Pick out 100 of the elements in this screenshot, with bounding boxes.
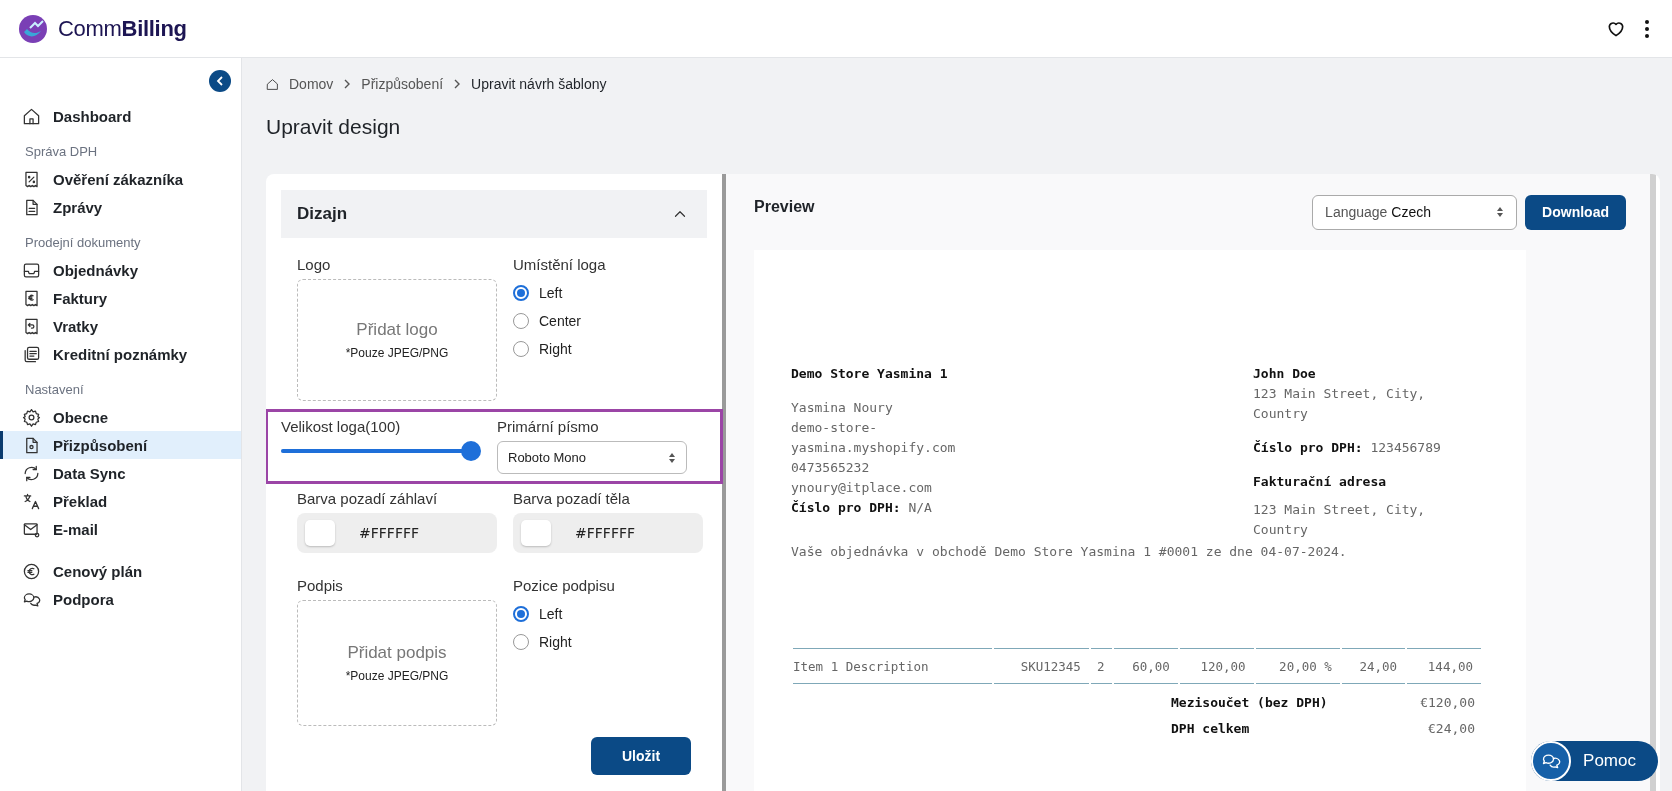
field-label: Velikost loga(100) bbox=[281, 418, 402, 435]
field-label: Logo bbox=[297, 256, 332, 273]
upload-title: Přidat logo bbox=[356, 320, 438, 340]
store-name: Demo Store Yasmina 1 bbox=[791, 365, 949, 383]
home-icon bbox=[22, 106, 41, 126]
field-label: Barva pozadí záhlaví bbox=[297, 490, 439, 507]
customer-name: John Doe bbox=[1253, 365, 1317, 383]
radio-option[interactable]: Right bbox=[513, 335, 572, 363]
font-select[interactable]: Roboto Mono bbox=[497, 441, 687, 474]
color-swatch bbox=[305, 520, 335, 546]
euro-receipt-icon bbox=[22, 288, 41, 308]
chevron-left-icon bbox=[216, 76, 224, 86]
logo-upload-area[interactable]: Přidat logo *Pouze JPEG/PNG bbox=[297, 279, 497, 401]
radio-option[interactable]: Left bbox=[513, 600, 563, 628]
table-cell: SKU12345 bbox=[994, 651, 1089, 684]
upload-title: Přidat podpis bbox=[347, 643, 447, 663]
store-detail: demo-store- bbox=[791, 419, 879, 437]
radio-option[interactable]: Right bbox=[513, 628, 572, 656]
table-cell: 144,00 bbox=[1407, 651, 1481, 684]
translate-icon bbox=[22, 491, 41, 511]
chevron-right-icon bbox=[343, 79, 352, 89]
store-detail: Yasmina Noury bbox=[791, 399, 894, 417]
slider-thumb[interactable] bbox=[461, 441, 481, 461]
euro-coin-icon bbox=[22, 561, 41, 581]
upload-hint: *Pouze JPEG/PNG bbox=[345, 669, 449, 683]
table-cell: 20,00 % bbox=[1255, 651, 1340, 684]
table-cell: Item 1 Description bbox=[793, 651, 993, 684]
table-cell: 60,00 bbox=[1114, 651, 1178, 684]
sidebar-item[interactable]: Data Sync bbox=[0, 459, 241, 487]
breadcrumb-link[interactable]: Upravit návrh šablony bbox=[471, 76, 607, 92]
vat-line: Číslo pro DPH: 123456789 bbox=[1253, 439, 1442, 457]
sidebar-item[interactable]: Faktury bbox=[0, 284, 241, 312]
notes-stack-icon bbox=[22, 344, 41, 364]
field-label: Primární písmo bbox=[497, 418, 600, 435]
radio-option[interactable]: Center bbox=[513, 307, 582, 335]
table-cell: 120,00 bbox=[1179, 651, 1254, 684]
sidebar-heading: Správa DPH bbox=[24, 144, 99, 161]
customer-address: 123 Main Street, City, bbox=[1253, 385, 1427, 403]
store-detail: yasmina.myshopify.com bbox=[791, 439, 957, 457]
total-value: €24,00 bbox=[1428, 720, 1475, 738]
color-value: #FFFFFF bbox=[359, 525, 420, 541]
color-field[interactable]: #FFFFFF bbox=[513, 513, 703, 553]
billing-address: Country bbox=[1253, 521, 1309, 539]
billing-heading: Fakturační adresa bbox=[1253, 473, 1388, 491]
percent-receipt-icon bbox=[22, 169, 41, 189]
color-value: #FFFFFF bbox=[575, 525, 636, 541]
sidebar-item[interactable]: E-mail bbox=[0, 515, 241, 543]
color-field[interactable]: #FFFFFF bbox=[297, 513, 497, 553]
sidebar-item[interactable]: Zprávy bbox=[0, 193, 241, 221]
signature-upload-area[interactable]: Přidat podpis *Pouze JPEG/PNG bbox=[297, 600, 497, 726]
section-header[interactable]: Dizajn bbox=[281, 190, 707, 238]
customer-address: Country bbox=[1253, 405, 1309, 423]
sidebar-item[interactable]: Kreditní poznámky bbox=[0, 340, 241, 368]
table-cell: 2 bbox=[1090, 651, 1113, 684]
vat-line: Číslo pro DPH: N/A bbox=[791, 499, 933, 517]
chevron-right-icon bbox=[453, 79, 462, 89]
home-icon bbox=[266, 77, 279, 91]
field-label: Barva pozadí těla bbox=[513, 490, 631, 507]
upload-hint: *Pouze JPEG/PNG bbox=[345, 346, 449, 360]
return-receipt-icon bbox=[22, 316, 41, 336]
page-title: Upravit design bbox=[266, 114, 402, 140]
breadcrumb-link[interactable]: Domov bbox=[289, 76, 334, 92]
more-icon bbox=[1644, 18, 1650, 39]
sort-arrows-icon bbox=[1496, 206, 1505, 218]
brand-name: CommBilling bbox=[58, 15, 187, 42]
store-detail: 0473565232 bbox=[791, 459, 871, 477]
field-label: Umístění loga bbox=[513, 256, 607, 273]
sidebar-item[interactable]: Vratky bbox=[0, 312, 241, 340]
sidebar-item[interactable]: Ověření zákazníka bbox=[0, 165, 241, 193]
field-label: Podpis bbox=[297, 577, 344, 594]
color-swatch bbox=[521, 520, 551, 546]
breadcrumb-link[interactable]: Přizpůsobení bbox=[361, 76, 444, 92]
field-label: Pozice podpisu bbox=[513, 577, 616, 594]
language-select[interactable]: Language Czech bbox=[1312, 194, 1518, 230]
sync-icon bbox=[22, 463, 41, 483]
sidebar-heading: Prodejní dokumenty bbox=[24, 235, 142, 252]
sort-arrows-icon bbox=[668, 451, 676, 464]
order-note: Vaše objednávka v obchodě Demo Store Yasmina 1 #0001 ze dne 04-07-2024. bbox=[791, 543, 1348, 561]
billing-address: 123 Main Street, City, bbox=[1253, 501, 1427, 519]
total-label: DPH celkem bbox=[1171, 720, 1251, 738]
radio-option[interactable]: Left bbox=[513, 279, 563, 307]
sidebar-item[interactable]: Dashboard bbox=[0, 102, 241, 130]
sidebar-item[interactable]: Cenový plán bbox=[0, 557, 241, 585]
save-button[interactable]: Uložit bbox=[591, 737, 691, 775]
sidebar-item[interactable]: Přizpůsobení bbox=[0, 431, 241, 459]
sidebar-item[interactable]: Překlad bbox=[0, 487, 241, 515]
logo-icon bbox=[18, 13, 48, 44]
logo-size-slider[interactable] bbox=[281, 441, 481, 461]
table-cell: 24,00 bbox=[1341, 651, 1406, 684]
sidebar-heading: Nastavení bbox=[24, 382, 85, 399]
preview-title: Preview bbox=[754, 198, 816, 216]
store-detail: ynoury@itplace.com bbox=[791, 479, 933, 497]
collapse-button[interactable] bbox=[209, 70, 231, 92]
sidebar-item[interactable]: Objednávky bbox=[0, 256, 241, 284]
sidebar-item[interactable]: Obecne bbox=[0, 403, 241, 431]
help-button[interactable]: Pomoc bbox=[1531, 741, 1658, 781]
settings-icon bbox=[22, 407, 41, 427]
total-label: Mezisoučet (bez DPH) bbox=[1171, 694, 1329, 712]
sidebar-item[interactable]: Podpora bbox=[0, 585, 241, 613]
download-button[interactable]: Download bbox=[1525, 194, 1626, 230]
